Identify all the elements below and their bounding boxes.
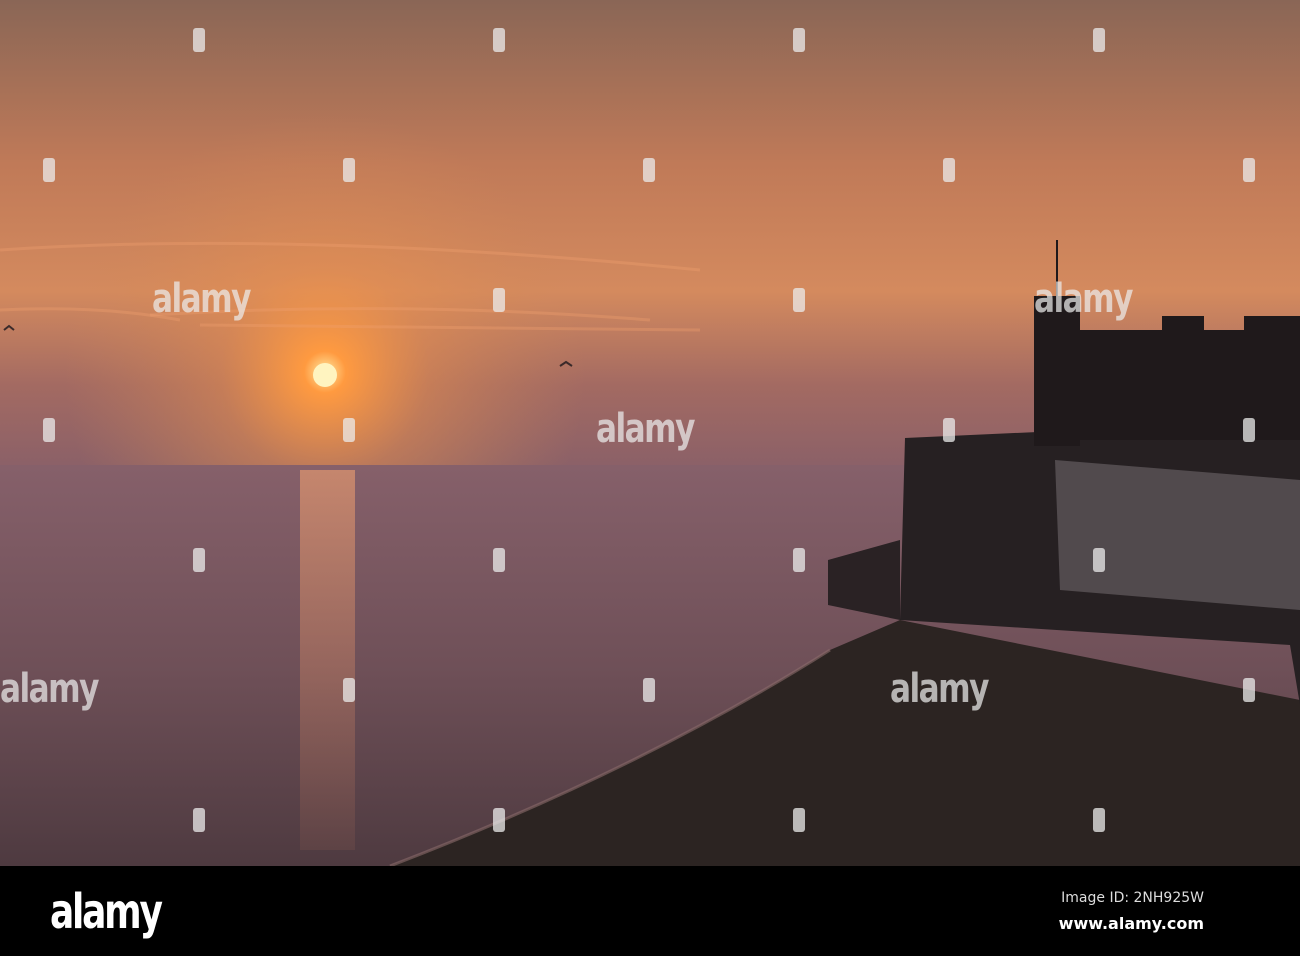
watermark-text: alamy bbox=[596, 406, 695, 452]
watermark-text: alamy bbox=[152, 276, 251, 322]
site-url: www.alamy.com bbox=[1058, 914, 1204, 933]
footer-bar: alamy Image ID: 2NH925W www.alamy.com bbox=[0, 866, 1300, 956]
alamy-logo: alamy bbox=[50, 884, 163, 940]
watermark-text: alamy bbox=[1034, 276, 1133, 322]
stock-photo-page: alamy alamy alamy alamy alamy alamy Imag… bbox=[0, 0, 1300, 956]
sun bbox=[313, 363, 337, 387]
image-id: Image ID: 2NH925W bbox=[1061, 890, 1204, 906]
watermark-text: alamy bbox=[0, 666, 99, 712]
watermark-text: alamy bbox=[890, 666, 989, 712]
